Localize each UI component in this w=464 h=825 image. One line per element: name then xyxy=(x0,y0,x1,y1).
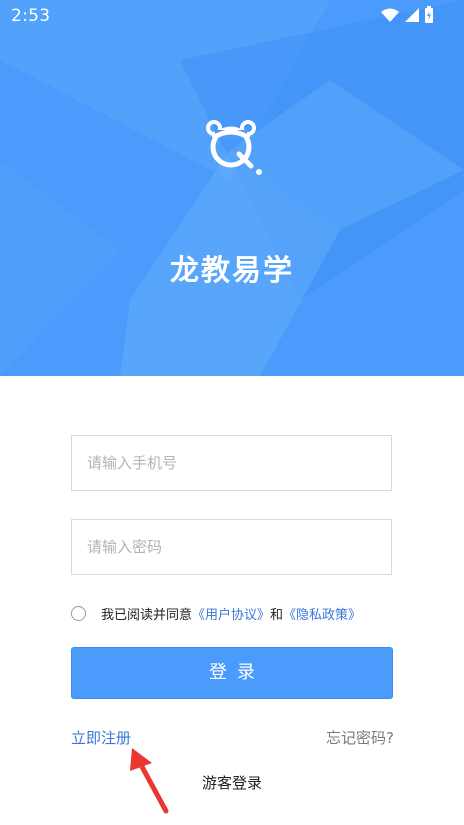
password-input[interactable] xyxy=(71,519,392,575)
guest-login-link: 游客登录 xyxy=(0,772,464,793)
status-icons xyxy=(380,6,434,24)
agreement-prefix: 我已阅读并同意 xyxy=(101,607,193,623)
privacy-policy-link[interactable]: 《隐私政策》 xyxy=(283,604,361,623)
app-name: 龙教易学 xyxy=(169,253,294,287)
header-banner: 2:53 龙教易学 xyxy=(0,0,464,376)
agree-radio[interactable] xyxy=(71,605,86,621)
login-button[interactable]: 登录 xyxy=(71,647,393,699)
phone-input[interactable] xyxy=(71,435,392,491)
forgot-password-link[interactable]: 忘记密码? xyxy=(326,727,394,748)
battery-icon xyxy=(425,6,433,23)
user-agreement-link[interactable]: 《用户协议》 xyxy=(192,604,270,623)
agreement-row: 我已阅读并同意 《用户协议》 和 《隐私政策》 xyxy=(71,603,361,623)
guest-login-label[interactable]: 游客登录 xyxy=(202,774,262,792)
signal-icon xyxy=(405,8,419,22)
banner-background xyxy=(0,0,464,376)
status-bar: 2:53 xyxy=(0,0,464,32)
agreement-and: 和 xyxy=(270,607,284,623)
wifi-icon xyxy=(381,8,399,22)
app-logo-icon xyxy=(206,120,262,175)
status-time: 2:53 xyxy=(11,6,51,26)
red-arrow-annotation-icon xyxy=(130,748,169,814)
